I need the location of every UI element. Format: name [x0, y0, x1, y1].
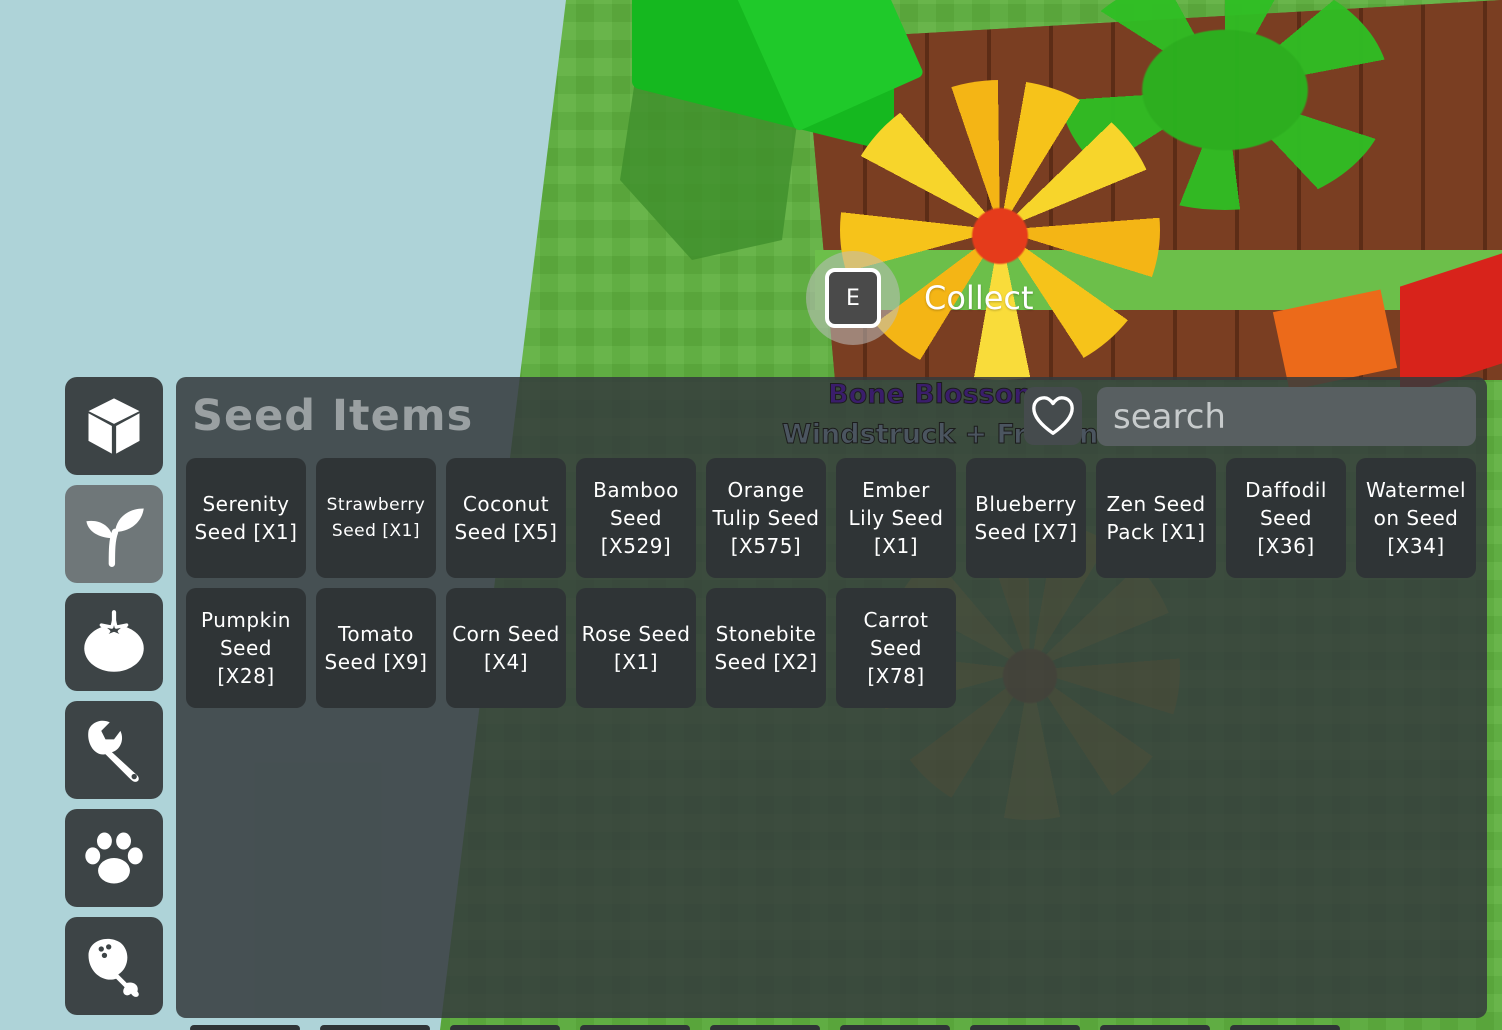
search-input[interactable] — [1097, 387, 1476, 446]
category-seeds-button[interactable] — [65, 485, 163, 583]
seed-item-slot[interactable]: Coconut Seed [X5] — [446, 458, 566, 578]
seed-item-slot[interactable]: Orange Tulip Seed [X575] — [706, 458, 826, 578]
seed-item-slot[interactable]: Pumpkin Seed [X28] — [186, 588, 306, 708]
hotbar-slot[interactable] — [1230, 1025, 1340, 1030]
seed-item-slot[interactable]: Blueberry Seed [X7] — [966, 458, 1086, 578]
seed-item-slot[interactable]: Corn Seed [X4] — [446, 588, 566, 708]
favorite-button[interactable] — [1024, 387, 1082, 445]
seed-item-slot[interactable]: Rose Seed [X1] — [576, 588, 696, 708]
heart-outline-icon — [1032, 396, 1074, 435]
hotbar-slot[interactable] — [1100, 1025, 1210, 1030]
plant-name-label: Bone Blossom — [827, 379, 1042, 411]
prompt-action-label: Collect — [924, 279, 1034, 317]
seed-item-slot[interactable]: Watermel on Seed [X34] — [1356, 458, 1476, 578]
seed-item-slot[interactable]: Serenity Seed [X1] — [186, 458, 306, 578]
seed-item-slot[interactable]: Daffodil Seed [X36] — [1226, 458, 1346, 578]
drumstick-icon — [88, 938, 139, 997]
panel-title: Seed Items — [192, 391, 474, 441]
hotbar-slot[interactable] — [190, 1025, 300, 1030]
seed-item-slot[interactable]: Tomato Seed [X9] — [316, 588, 436, 708]
hotbar-slot[interactable] — [840, 1025, 950, 1030]
tomato-icon — [84, 610, 144, 672]
wrench-icon — [88, 720, 139, 782]
hotbar-slot[interactable] — [450, 1025, 560, 1030]
seed-item-grid: Serenity Seed [X1] Strawberry Seed [X1] Co… — [186, 458, 1476, 708]
category-crates-button[interactable] — [65, 377, 163, 475]
seed-item-slot[interactable]: Zen Seed Pack [X1] — [1096, 458, 1216, 578]
collect-prompt[interactable]: E Collect — [806, 250, 1034, 346]
cube-icon — [88, 398, 140, 454]
seed-item-slot[interactable]: Carrot Seed [X78] — [836, 588, 956, 708]
prompt-ring[interactable]: E — [806, 251, 900, 345]
category-sidebar — [65, 377, 163, 1015]
hotbar-slot[interactable] — [710, 1025, 820, 1030]
category-food-button[interactable] — [65, 917, 163, 1015]
category-pets-button[interactable] — [65, 809, 163, 907]
seed-item-slot[interactable]: Strawberry Seed [X1] — [316, 458, 436, 578]
seed-item-slot[interactable]: Bamboo Seed [X529] — [576, 458, 696, 578]
hotbar-slot[interactable] — [970, 1025, 1080, 1030]
hotbar-slot[interactable] — [580, 1025, 690, 1030]
prompt-key[interactable]: E — [825, 268, 881, 328]
category-produce-button[interactable] — [65, 593, 163, 691]
seed-inventory-panel: Seed Items Bone Blossom Windstruck + Fro… — [176, 377, 1487, 1018]
sprout-icon — [86, 508, 144, 567]
seed-item-slot[interactable]: Stonebite Seed [X2] — [706, 588, 826, 708]
paw-icon — [85, 832, 143, 884]
hotbar-slot[interactable] — [320, 1025, 430, 1030]
category-gear-button[interactable] — [65, 701, 163, 799]
seed-item-slot[interactable]: Ember Lily Seed [X1] — [836, 458, 956, 578]
